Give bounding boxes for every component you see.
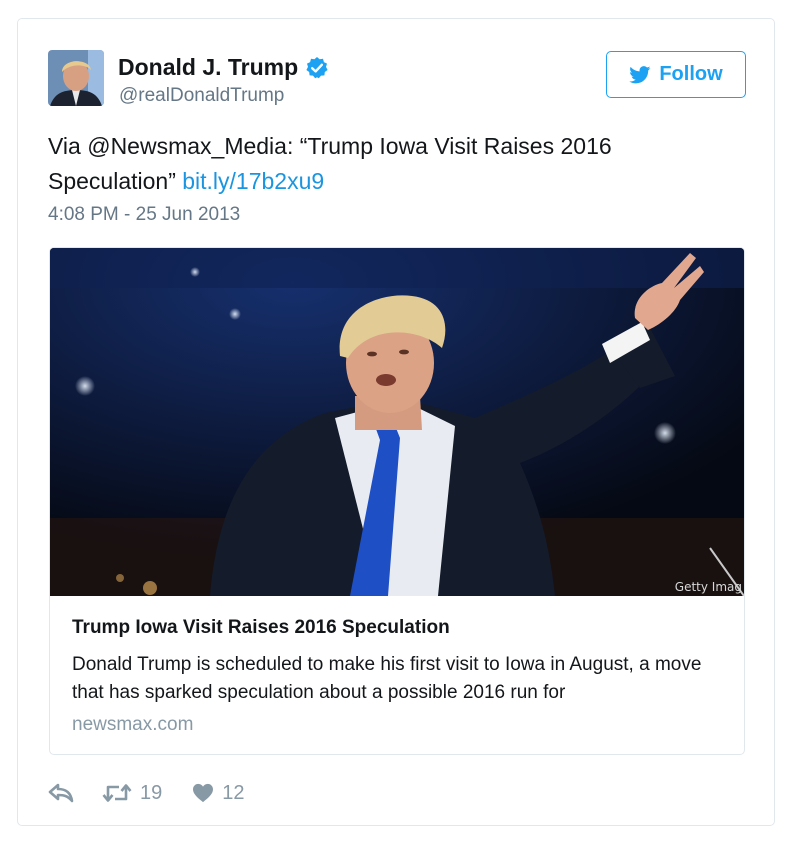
card-description: Donald Trump is scheduled to make his fi…: [72, 654, 702, 703]
tweet-card: Donald J. Trump @realDonaldTrump Follow …: [17, 18, 775, 826]
card-body: Trump Iowa Visit Raises 2016 Speculation…: [72, 616, 732, 737]
avatar[interactable]: [48, 50, 104, 106]
author-name-text: Donald J. Trump: [118, 54, 299, 80]
tweet-text-body: Via @Newsmax_Media: “Trump Iowa Visit Ra…: [48, 133, 612, 194]
follow-button[interactable]: Follow: [606, 51, 746, 98]
image-credit: Getty Imag: [674, 580, 742, 594]
author-name[interactable]: Donald J. Trump: [118, 54, 329, 81]
card-title[interactable]: Trump Iowa Visit Raises 2016 Speculation: [72, 616, 732, 640]
tweet-timestamp[interactable]: 4:08 PM - 25 Jun 2013: [48, 204, 240, 226]
card-domain: newsmax.com: [72, 714, 194, 735]
retweet-button[interactable]: 19: [102, 782, 162, 805]
retweet-icon: [102, 784, 132, 802]
reply-icon: [48, 783, 74, 803]
tweet-text: Via @Newsmax_Media: “Trump Iowa Visit Ra…: [48, 129, 728, 199]
retweet-count: 19: [140, 781, 163, 804]
avatar-image: [48, 50, 104, 106]
tweet-link[interactable]: bit.ly/17b2xu9: [182, 168, 324, 194]
card-image[interactable]: Getty Imag: [50, 248, 744, 596]
follow-button-label: Follow: [659, 63, 723, 85]
reply-button[interactable]: [48, 783, 74, 803]
verified-badge-icon: [305, 56, 329, 80]
tweet-actions: 19 12: [48, 779, 245, 807]
link-preview-card[interactable]: Getty Imag Trump Iowa Visit Raises 2016 …: [49, 247, 745, 755]
like-button[interactable]: 12: [192, 781, 245, 805]
author-handle[interactable]: @realDonaldTrump: [119, 85, 284, 107]
like-count: 12: [222, 781, 245, 804]
twitter-bird-icon: [629, 65, 651, 83]
card-photo: [50, 248, 744, 596]
heart-icon: [193, 783, 214, 803]
